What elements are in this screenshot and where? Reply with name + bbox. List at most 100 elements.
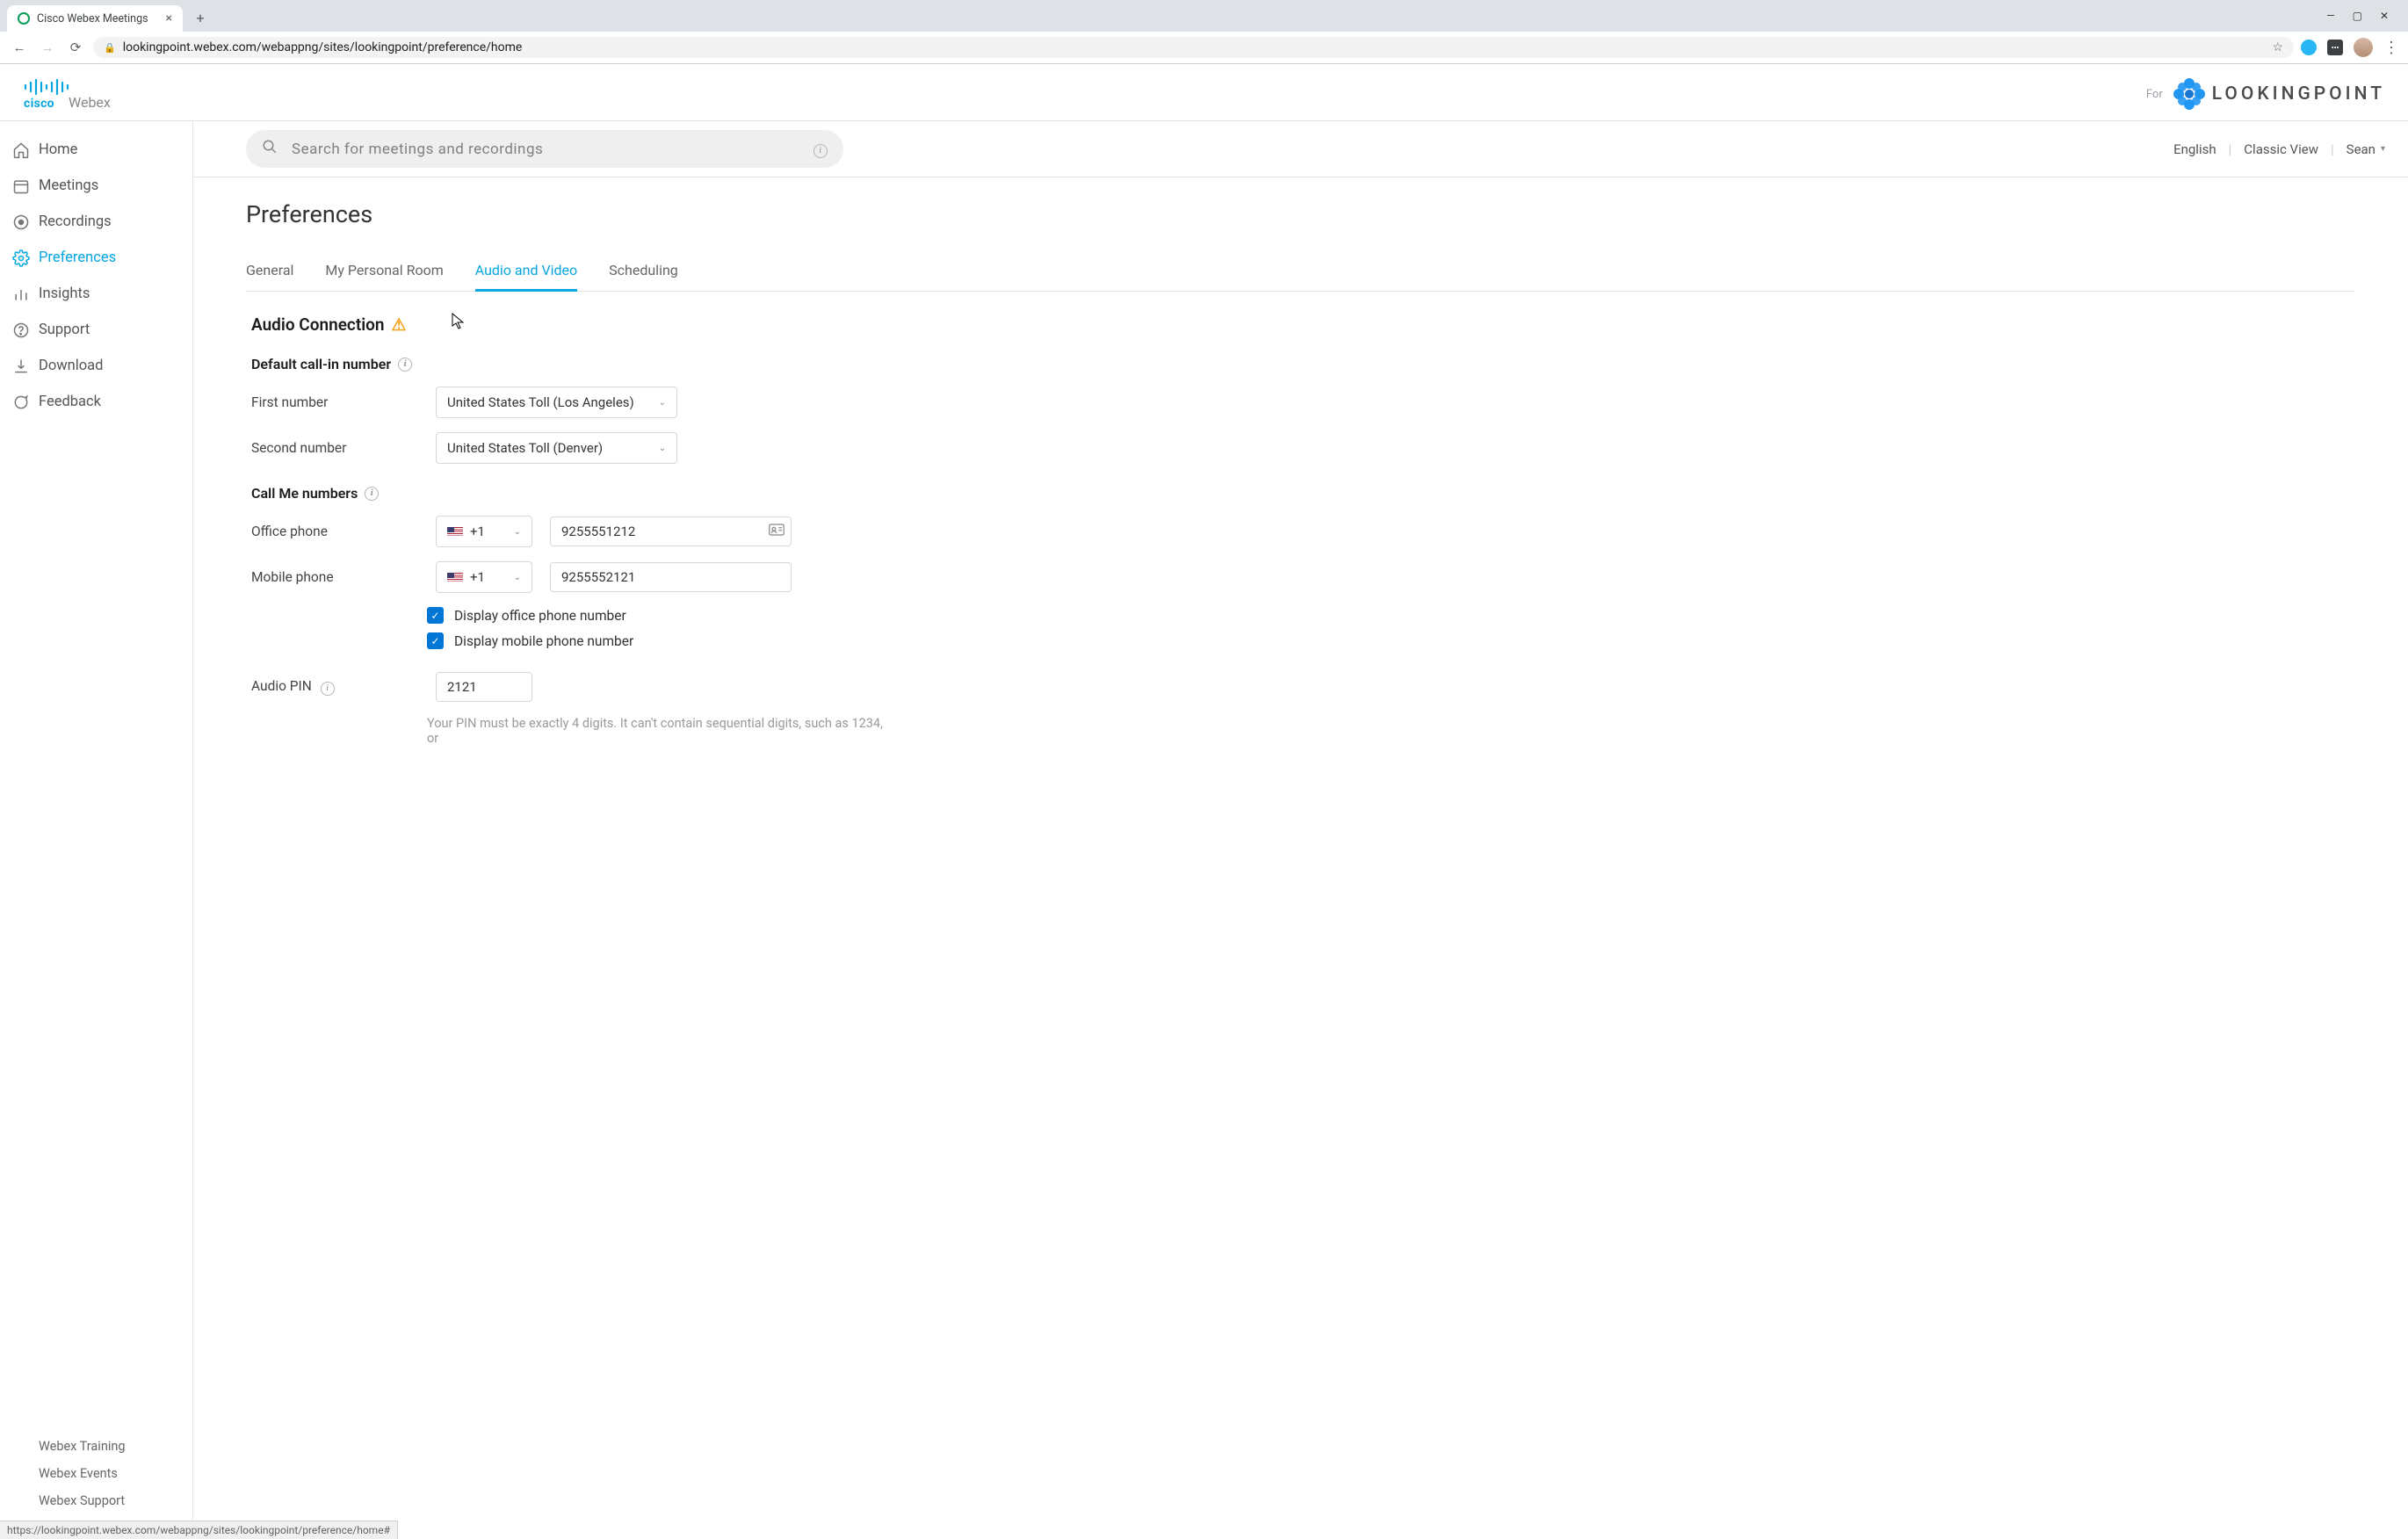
window-minimize-icon[interactable]: — <box>2326 10 2334 22</box>
address-bar[interactable]: 🔒 lookingpoint.webex.com/webappng/sites/… <box>93 37 2294 58</box>
audio-pin-help-text: Your PIN must be exactly 4 digits. It ca… <box>427 716 884 746</box>
first-number-select[interactable]: United States Toll (Los Angeles) ⌄ <box>436 387 677 418</box>
window-close-icon[interactable]: ✕ <box>2380 10 2389 22</box>
sidebar: Home Meetings Recordings Preferences Ins… <box>0 121 193 1528</box>
audio-heading-text: Audio Connection <box>251 314 385 335</box>
audio-pin-input[interactable] <box>436 672 532 702</box>
star-icon[interactable]: ☆ <box>2272 40 2283 54</box>
tabs: General My Personal Room Audio and Video… <box>246 255 2355 292</box>
tab-general[interactable]: General <box>246 255 293 291</box>
browser-chrome: Cisco Webex Meetings × + — ▢ ✕ ← → ⟳ 🔒 l… <box>0 0 2408 64</box>
callme-heading-text: Call Me numbers <box>251 485 358 502</box>
chevron-down-icon: ▾ <box>2381 144 2385 154</box>
status-bar-url: https://lookingpoint.webex.com/webappng/… <box>0 1521 398 1539</box>
new-tab-button[interactable]: + <box>188 5 213 30</box>
office-country-code-select[interactable]: +1 ⌄ <box>436 516 532 547</box>
sidebar-label-preferences: Preferences <box>39 249 116 266</box>
profile-avatar[interactable] <box>2354 38 2373 57</box>
sidebar-label-support: Support <box>39 322 90 338</box>
chart-icon <box>12 285 30 303</box>
info-icon[interactable]: i <box>321 682 335 696</box>
sidebar-item-home[interactable]: Home <box>0 132 192 168</box>
classic-view-link[interactable]: Classic View <box>2244 141 2318 157</box>
tab-audio-video[interactable]: Audio and Video <box>475 255 577 291</box>
browser-back-button[interactable]: ← <box>9 37 30 58</box>
subhead-text: Default call-in number <box>251 356 391 372</box>
browser-menu-icon[interactable]: ⋮ <box>2383 39 2399 57</box>
cisco-webex-logo[interactable]: cisco Webex <box>23 77 127 111</box>
info-icon[interactable]: i <box>365 487 379 501</box>
browser-forward-button[interactable]: → <box>37 37 58 58</box>
app-header: cisco Webex For LOOKINGPOINT <box>0 64 2408 121</box>
display-mobile-checkbox-row[interactable]: ✓ Display mobile phone number <box>427 632 2355 649</box>
display-office-checkbox-row[interactable]: ✓ Display office phone number <box>427 607 2355 624</box>
office-cc-value: +1 <box>470 524 485 539</box>
partner-logo[interactable]: LOOKINGPOINT <box>2172 76 2385 112</box>
sidebar-label-insights: Insights <box>39 285 90 302</box>
window-maximize-icon[interactable]: ▢ <box>2353 10 2362 22</box>
warning-icon: ⚠ <box>392 314 407 335</box>
display-mobile-checkbox[interactable]: ✓ <box>427 632 444 649</box>
mobile-phone-label: Mobile phone <box>251 569 418 585</box>
tab-personal-room[interactable]: My Personal Room <box>325 255 443 291</box>
office-phone-input[interactable] <box>550 517 792 546</box>
extension-icon[interactable] <box>2301 40 2317 55</box>
user-menu[interactable]: Sean ▾ <box>2347 141 2385 157</box>
info-icon[interactable]: i <box>398 358 412 372</box>
first-number-value: United States Toll (Los Angeles) <box>447 394 634 410</box>
tab-title: Cisco Webex Meetings <box>37 12 148 25</box>
download-icon <box>12 358 30 375</box>
sidebar-item-recordings[interactable]: Recordings <box>0 204 192 240</box>
sidebar-item-feedback[interactable]: Feedback <box>0 384 192 420</box>
sidebar-link-training[interactable]: Webex Training <box>39 1433 192 1460</box>
browser-reload-button[interactable]: ⟳ <box>65 37 86 58</box>
chevron-down-icon: ⌄ <box>514 573 521 582</box>
url-text: lookingpoint.webex.com/webappng/sites/lo… <box>123 40 523 54</box>
sidebar-item-support[interactable]: Support <box>0 312 192 348</box>
svg-text:cisco: cisco <box>24 97 54 111</box>
contact-card-icon[interactable] <box>769 524 785 539</box>
us-flag-icon <box>447 573 463 582</box>
extension-icon-2[interactable]: ••• <box>2327 40 2343 55</box>
audio-pin-label: Audio PIN <box>251 678 312 694</box>
lock-icon: 🔒 <box>104 42 116 54</box>
audio-pin-label-row: Audio PIN i <box>251 678 418 696</box>
mobile-phone-input[interactable] <box>550 562 792 592</box>
sidebar-item-meetings[interactable]: Meetings <box>0 168 192 204</box>
flower-icon <box>2172 76 2207 112</box>
separator: | <box>2229 141 2232 157</box>
top-bar: Search for meetings and recordings i Eng… <box>193 121 2408 177</box>
display-office-checkbox[interactable]: ✓ <box>427 607 444 624</box>
office-phone-label: Office phone <box>251 524 418 539</box>
chevron-down-icon: ⌄ <box>659 398 666 408</box>
gear-icon <box>12 249 30 267</box>
sidebar-item-preferences[interactable]: Preferences <box>0 240 192 276</box>
sidebar-link-events[interactable]: Webex Events <box>39 1460 192 1487</box>
language-link[interactable]: English <box>2173 141 2216 157</box>
sidebar-label-home: Home <box>39 141 77 158</box>
search-icon <box>262 139 278 159</box>
separator: | <box>2331 141 2334 157</box>
browser-tab[interactable]: Cisco Webex Meetings × <box>7 5 183 32</box>
window-controls: — ▢ ✕ <box>2326 0 2401 32</box>
sidebar-item-insights[interactable]: Insights <box>0 276 192 312</box>
tab-scheduling[interactable]: Scheduling <box>609 255 678 291</box>
svg-text:Webex: Webex <box>69 94 111 111</box>
webex-favicon <box>18 12 30 25</box>
second-number-select[interactable]: United States Toll (Denver) ⌄ <box>436 432 677 464</box>
search-info-icon[interactable]: i <box>814 140 828 158</box>
display-mobile-label: Display mobile phone number <box>454 633 633 649</box>
default-callin-heading: Default call-in number i <box>251 356 2355 372</box>
sidebar-link-support[interactable]: Webex Support <box>39 1487 192 1514</box>
tab-close-icon[interactable]: × <box>166 11 172 25</box>
chevron-down-icon: ⌄ <box>659 444 666 453</box>
search-input[interactable]: Search for meetings and recordings i <box>246 130 843 168</box>
second-number-value: United States Toll (Denver) <box>447 440 603 456</box>
page-title: Preferences <box>246 200 2355 228</box>
user-name: Sean <box>2347 141 2375 157</box>
for-label: For <box>2146 88 2163 101</box>
calendar-icon <box>12 177 30 195</box>
sidebar-item-download[interactable]: Download <box>0 348 192 384</box>
sidebar-label-feedback: Feedback <box>39 394 101 410</box>
mobile-country-code-select[interactable]: +1 ⌄ <box>436 561 532 593</box>
